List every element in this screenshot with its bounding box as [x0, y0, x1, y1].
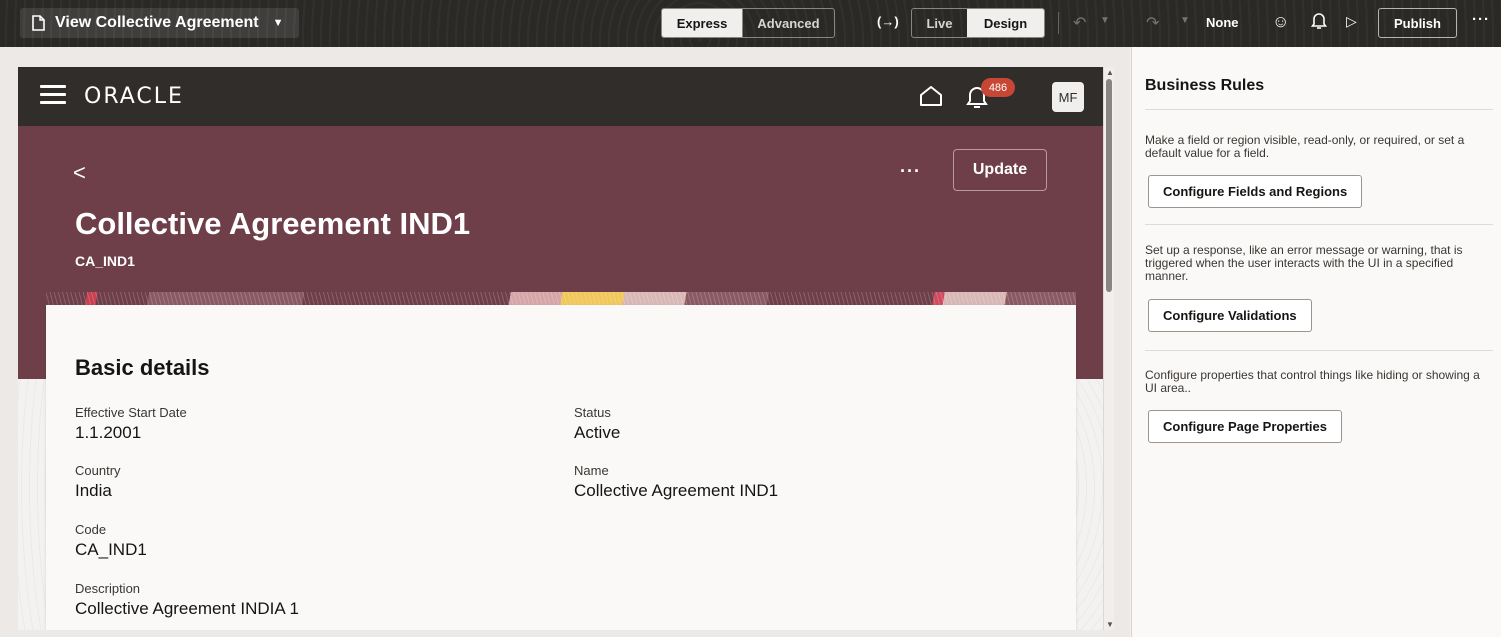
redo-icon[interactable]: ↷: [1146, 13, 1159, 33]
view-design-button[interactable]: Design: [967, 9, 1044, 37]
configure-page-properties-button[interactable]: Configure Page Properties: [1148, 410, 1342, 443]
configure-validations-button[interactable]: Configure Validations: [1148, 299, 1312, 332]
field-label: Description: [75, 581, 141, 596]
more-options-icon[interactable]: ···: [1472, 11, 1490, 28]
field-code: Code CA_IND1: [75, 522, 147, 560]
oracle-global-header: ORACLE 486 MF: [18, 67, 1103, 126]
field-label: Country: [75, 463, 121, 478]
mode-express-button[interactable]: Express: [662, 9, 742, 37]
undo-caret-icon[interactable]: ▼: [1100, 15, 1110, 26]
scroll-down-arrow-icon[interactable]: ▼: [1106, 620, 1114, 629]
field-value: Active: [574, 423, 621, 442]
field-label: Status: [574, 405, 611, 420]
redo-caret-icon[interactable]: ▼: [1180, 15, 1190, 26]
page-selector[interactable]: View Collective Agreement ▼: [20, 8, 299, 38]
field-label: Effective Start Date: [75, 405, 187, 420]
panel-separator: [1145, 224, 1493, 225]
view-live-button[interactable]: Live: [912, 9, 967, 37]
panel-separator: [1145, 350, 1493, 351]
smiley-feedback-icon[interactable]: ☺: [1272, 12, 1289, 32]
panel-separator: [1145, 109, 1493, 110]
field-value: India: [75, 481, 112, 500]
business-rules-panel: Business Rules Make a field or region vi…: [1131, 47, 1501, 637]
design-canvas: ORACLE 486 MF < ··· Update Collective Ag…: [0, 47, 1130, 637]
field-status: Status Active: [574, 405, 620, 443]
configure-fields-regions-button[interactable]: Configure Fields and Regions: [1148, 175, 1363, 208]
field-effective-start-date: Effective Start Date 1.1.2001: [75, 405, 187, 443]
notification-count-badge: 486: [981, 78, 1015, 97]
mode-toggle: Express Advanced: [661, 8, 835, 38]
back-chevron-icon[interactable]: <: [73, 160, 86, 186]
publish-button[interactable]: Publish: [1378, 8, 1457, 38]
view-toggle: Live Design: [911, 8, 1045, 38]
oracle-logo: ORACLE: [84, 84, 184, 109]
field-value: Collective Agreement INDIA 1: [75, 599, 299, 618]
field-value: 1.1.2001: [75, 423, 142, 442]
basic-details-card: Basic details Effective Start Date 1.1.2…: [46, 305, 1076, 630]
vb-toolbar: View Collective Agreement ▼ Express Adva…: [0, 0, 1501, 47]
chevron-down-icon: ▼: [272, 17, 284, 29]
page-name: View Collective Agreement: [55, 14, 259, 31]
preview-play-icon[interactable]: ▷: [1346, 13, 1357, 30]
update-button[interactable]: Update: [953, 149, 1047, 191]
canvas-scrollbar[interactable]: ▲ ▼: [1103, 67, 1114, 630]
hamburger-menu-icon[interactable]: [40, 85, 66, 105]
page-title: Collective Agreement IND1: [75, 206, 471, 241]
home-icon[interactable]: [919, 85, 943, 112]
extension-none-label[interactable]: None: [1206, 15, 1239, 30]
section-title: Basic details: [75, 355, 210, 380]
rule-description: Make a field or region visible, read-onl…: [1145, 133, 1465, 160]
user-avatar[interactable]: MF: [1052, 82, 1084, 112]
mode-advanced-button[interactable]: Advanced: [742, 9, 834, 37]
field-value: CA_IND1: [75, 540, 147, 559]
field-label: Code: [75, 522, 107, 537]
notification-bell-icon[interactable]: [1310, 12, 1328, 33]
page-subtitle: CA_IND1: [75, 253, 135, 269]
rule-description: Set up a response, like an error message…: [1145, 243, 1463, 283]
field-name: Name Collective Agreement IND1: [574, 463, 778, 501]
field-label: Name: [574, 463, 609, 478]
field-country: Country India: [75, 463, 121, 501]
undo-icon[interactable]: ↶: [1073, 13, 1086, 33]
app-preview-frame: ORACLE 486 MF < ··· Update Collective Ag…: [18, 67, 1103, 630]
scroll-up-arrow-icon[interactable]: ▲: [1106, 68, 1114, 77]
scrollbar-thumb[interactable]: [1106, 79, 1112, 292]
hero-more-actions-icon[interactable]: ···: [900, 161, 921, 182]
panel-title: Business Rules: [1145, 77, 1265, 94]
toolbar-divider: [1058, 12, 1059, 34]
preview-arrow-icon[interactable]: (→): [877, 14, 899, 29]
rule-description: Configure properties that control things…: [1145, 368, 1480, 395]
field-description: Description Collective Agreement INDIA 1: [75, 581, 299, 619]
document-icon: [32, 15, 45, 31]
field-value: Collective Agreement IND1: [574, 481, 779, 500]
